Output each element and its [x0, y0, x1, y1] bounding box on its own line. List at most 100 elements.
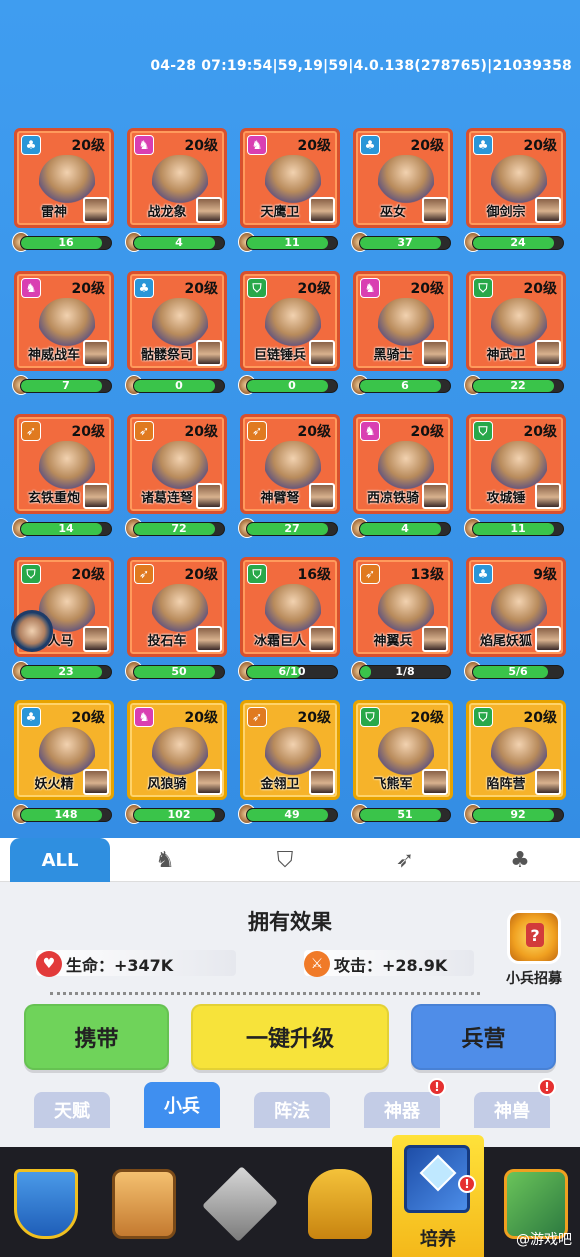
unit-card[interactable]: ♞ 20级 风狼骑 [127, 700, 227, 800]
unit-card-cell[interactable]: ⛉ 20级 陷阵营 92 [462, 700, 570, 828]
hero-avatar[interactable] [83, 769, 109, 795]
nav-train[interactable]: ! 培养 [392, 1135, 484, 1257]
subtab-beast[interactable]: 神兽! [474, 1078, 556, 1128]
unit-card[interactable]: ⛉ 20级 神武卫 [466, 271, 566, 371]
nav-war[interactable] [300, 1165, 380, 1245]
unit-card-cell[interactable]: ♣ 20级 巫女 37 [349, 128, 457, 256]
progress-text: 0 [288, 379, 296, 392]
unit-card-cell[interactable]: ➶ 20级 诸葛连弩 72 [123, 414, 231, 542]
unit-card-cell[interactable]: ♞ 20级 风狼骑 102 [123, 700, 231, 828]
hero-avatar[interactable] [422, 769, 448, 795]
hero-avatar[interactable] [196, 340, 222, 366]
progress-text: 7 [62, 379, 70, 392]
hero-avatar[interactable] [535, 769, 561, 795]
unit-card[interactable]: ➶ 20级 金翎卫 [240, 700, 340, 800]
hero-avatar[interactable] [422, 197, 448, 223]
unit-card-cell[interactable]: ➶ 20级 神臂弩 27 [236, 414, 344, 542]
unit-card-cell[interactable]: ♣ 20级 雷神 16 [10, 128, 118, 256]
unit-card[interactable]: ♣ 20级 妖火精 [14, 700, 114, 800]
hero-avatar[interactable] [83, 197, 109, 223]
crossed-swords-icon [202, 1166, 278, 1242]
hero-avatar[interactable] [196, 483, 222, 509]
unit-card-cell[interactable]: ➶ 20级 金翎卫 49 [236, 700, 344, 828]
hero-avatar[interactable] [83, 483, 109, 509]
hero-avatar[interactable] [309, 197, 335, 223]
unit-card-cell[interactable]: ➶ 20级 玄铁重炮 14 [10, 414, 118, 542]
barracks-button[interactable]: 兵营 [411, 1004, 556, 1070]
upgrade-all-button[interactable]: 一键升级 [191, 1004, 389, 1070]
unit-card[interactable]: ➶ 13级 神翼兵 [353, 557, 453, 657]
tab-cavalry[interactable]: ♞ [115, 838, 215, 882]
hero-avatar[interactable] [422, 626, 448, 652]
unit-card-cell[interactable]: ♞ 20级 黑骑士 6 [349, 271, 457, 399]
unit-card[interactable]: ♞ 20级 天鹰卫 [240, 128, 340, 228]
unit-card[interactable]: ➶ 20级 神臂弩 [240, 414, 340, 514]
unit-card-cell[interactable]: ♞ 20级 西凉铁骑 4 [349, 414, 457, 542]
unit-card[interactable]: ➶ 20级 投石车 [127, 557, 227, 657]
unit-card-cell[interactable]: ♣ 9级 焰尾妖狐 5/6 [462, 557, 570, 685]
hero-avatar[interactable] [309, 483, 335, 509]
unit-card-cell[interactable]: ♣ 20级 妖火精 148 [10, 700, 118, 828]
unit-card[interactable]: ⛉ 20级 巨链锤兵 [240, 271, 340, 371]
unit-card-cell[interactable]: ⛉ 20级 攻城锤 11 [462, 414, 570, 542]
magic-type-icon: ♣ [21, 135, 41, 155]
floating-hero-avatar[interactable] [11, 610, 53, 652]
unit-card[interactable]: ♞ 20级 黑骑士 [353, 271, 453, 371]
unit-card-cell[interactable]: ➶ 20级 投石车 50 [123, 557, 231, 685]
unit-card[interactable]: ♣ 9级 焰尾妖狐 [466, 557, 566, 657]
unit-card-cell[interactable]: ♞ 20级 战龙象 4 [123, 128, 231, 256]
hero-avatar[interactable] [422, 483, 448, 509]
nav-castle[interactable] [6, 1165, 86, 1245]
unit-card[interactable]: ⛉ 20级 飞熊军 [353, 700, 453, 800]
unit-card[interactable]: ⛉ 16级 冰霜巨人 [240, 557, 340, 657]
unit-level: 20级 [297, 424, 331, 440]
unit-card[interactable]: ♣ 20级 御剑宗 [466, 128, 566, 228]
nav-heroes[interactable] [104, 1165, 184, 1245]
recruit-button[interactable]: ? 小兵招募 [498, 910, 570, 988]
tab-all[interactable]: ALL [10, 838, 110, 882]
unit-card[interactable]: ⛉ 20级 陷阵营 [466, 700, 566, 800]
hero-avatar[interactable] [535, 197, 561, 223]
nav-battle[interactable] [200, 1165, 280, 1245]
hero-avatar[interactable] [196, 626, 222, 652]
hero-avatar[interactable] [535, 483, 561, 509]
unit-card[interactable]: ➶ 20级 玄铁重炮 [14, 414, 114, 514]
unit-card[interactable]: ♞ 20级 西凉铁骑 [353, 414, 453, 514]
subtab-minion[interactable]: 小兵 [144, 1082, 220, 1128]
subtab-talent[interactable]: 天赋 [34, 1092, 110, 1128]
hero-avatar[interactable] [309, 626, 335, 652]
hero-avatar[interactable] [535, 626, 561, 652]
hero-avatar[interactable] [196, 197, 222, 223]
hero-avatar[interactable] [196, 769, 222, 795]
unit-card-cell[interactable]: ♞ 20级 天鹰卫 11 [236, 128, 344, 256]
shield-type-icon: ⛉ [473, 278, 493, 298]
tab-infantry[interactable]: ⛉ [235, 838, 335, 882]
unit-card[interactable]: ♣ 20级 巫女 [353, 128, 453, 228]
tab-archer[interactable]: ➶ [355, 838, 455, 882]
unit-card-cell[interactable]: ⛉ 20级 飞熊军 51 [349, 700, 457, 828]
subtab-artifact[interactable]: 神器! [364, 1078, 446, 1128]
hero-avatar[interactable] [83, 340, 109, 366]
unit-card[interactable]: ♣ 20级 骷髅祭司 [127, 271, 227, 371]
unit-card-cell[interactable]: ♣ 20级 御剑宗 24 [462, 128, 570, 256]
unit-card[interactable]: ♣ 20级 雷神 [14, 128, 114, 228]
unit-card[interactable]: ⛉ 20级 攻城锤 [466, 414, 566, 514]
subtab-formation[interactable]: 阵法 [254, 1092, 330, 1128]
unit-card[interactable]: ➶ 20级 诸葛连弩 [127, 414, 227, 514]
hero-avatar[interactable] [422, 340, 448, 366]
hero-avatar[interactable] [83, 626, 109, 652]
unit-card[interactable]: ♞ 20级 神威战车 [14, 271, 114, 371]
unit-card[interactable]: ♞ 20级 战龙象 [127, 128, 227, 228]
unit-card-cell[interactable]: ➶ 13级 神翼兵 1/8 [349, 557, 457, 685]
carry-button[interactable]: 携带 [24, 1004, 169, 1070]
unit-card-cell[interactable]: ♞ 20级 神威战车 7 [10, 271, 118, 399]
tab-mage[interactable]: ♣ [470, 838, 570, 882]
hero-avatar[interactable] [535, 340, 561, 366]
unit-card-cell[interactable]: ⛉ 16级 冰霜巨人 6/10 [236, 557, 344, 685]
unit-card-cell[interactable]: ♣ 20级 骷髅祭司 0 [123, 271, 231, 399]
hero-avatar[interactable] [309, 340, 335, 366]
alert-icon: ! [428, 1078, 446, 1096]
unit-card-cell[interactable]: ⛉ 20级 神武卫 22 [462, 271, 570, 399]
hero-avatar[interactable] [309, 769, 335, 795]
unit-card-cell[interactable]: ⛉ 20级 巨链锤兵 0 [236, 271, 344, 399]
